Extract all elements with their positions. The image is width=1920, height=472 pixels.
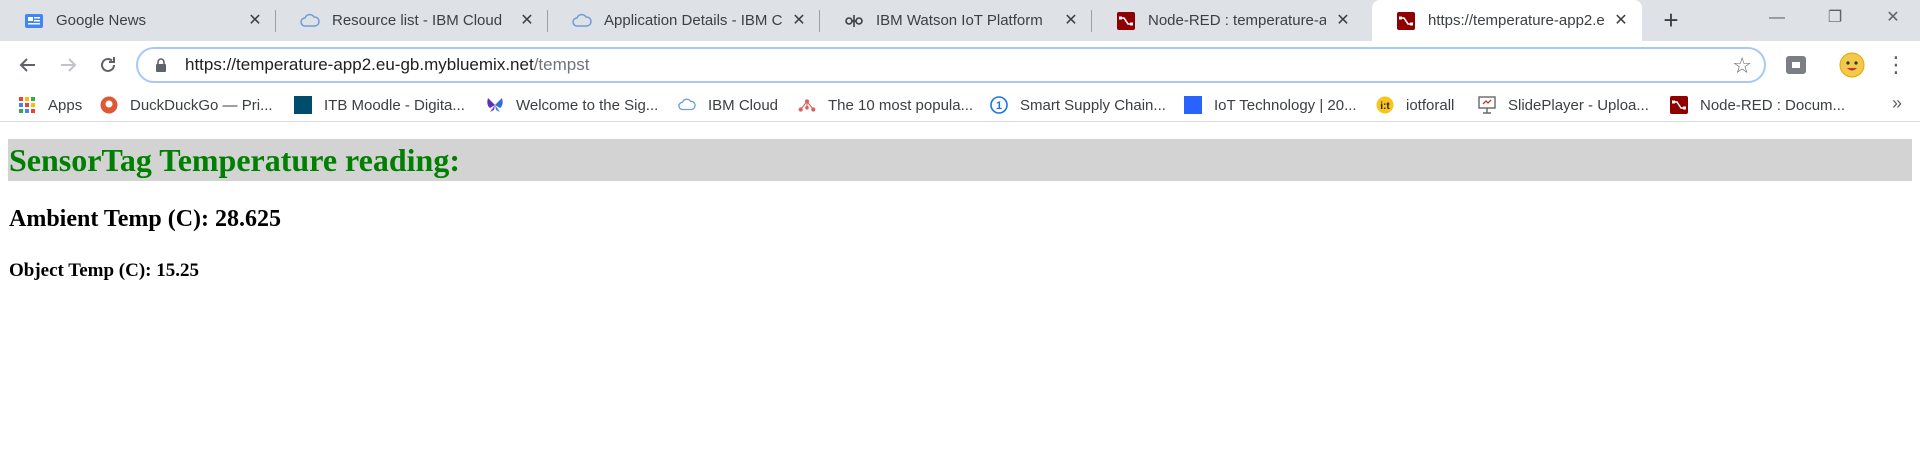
tab-title: Node-RED : temperature-app: [1148, 12, 1326, 29]
bookmarks-bar: Apps DuckDuckGo — Pri... ITB Moodle - Di…: [0, 88, 1920, 122]
menu-kebab-icon[interactable]: ⋮: [1882, 51, 1910, 79]
page-heading: SensorTag Temperature reading:: [8, 139, 1912, 181]
close-icon[interactable]: ✕: [1062, 12, 1080, 30]
bookmark-smart-supply-chain[interactable]: 1 Smart Supply Chain...: [990, 88, 1166, 122]
bookmark-label: DuckDuckGo — Pri...: [130, 96, 273, 114]
tab-title: Application Details - IBM Clo: [604, 12, 782, 29]
bookmark-apps[interactable]: Apps: [18, 88, 82, 122]
close-icon[interactable]: ✕: [246, 12, 264, 30]
url-host: https://temperature-app2.eu-gb.mybluemix…: [185, 55, 534, 74]
blue-square-icon: [1184, 96, 1202, 114]
close-icon[interactable]: ✕: [1612, 12, 1630, 30]
bookmark-label: IoT Technology | 20...: [1214, 96, 1357, 114]
slideplayer-icon: [1478, 96, 1496, 114]
tab-watson-iot[interactable]: IBM Watson IoT Platform ✕: [820, 0, 1092, 41]
close-icon[interactable]: ✕: [1334, 12, 1352, 30]
object-temp-reading: Object Temp (C): 15.25: [9, 260, 199, 281]
node-red-icon: [1116, 11, 1136, 31]
tab-title: Google News: [56, 12, 147, 29]
forward-button[interactable]: [52, 49, 84, 81]
new-tab-button[interactable]: +: [1656, 5, 1686, 35]
close-window-icon[interactable]: ✕: [1864, 0, 1920, 36]
reload-button[interactable]: [92, 49, 124, 81]
node-red-icon: [1670, 96, 1688, 114]
tab-title: https://temperature-app2.eu: [1428, 12, 1604, 29]
tab-resource-list[interactable]: Resource list - IBM Cloud ✕: [276, 0, 548, 41]
bookmark-node-red-docs[interactable]: Node-RED : Docum...: [1670, 88, 1845, 122]
bookmark-label: Apps: [48, 96, 83, 114]
svg-text:i:t: i:t: [1380, 101, 1390, 112]
moodle-icon: [294, 96, 312, 114]
number-one-icon: 1: [990, 96, 1008, 114]
bookmark-itb-moodle[interactable]: ITB Moodle - Digita...: [294, 88, 465, 122]
bookmark-star-icon[interactable]: ☆: [1732, 53, 1752, 79]
ibm-cloud-icon: [678, 96, 696, 114]
svg-text:1: 1: [996, 100, 1002, 112]
url-path: /tempst: [533, 55, 590, 74]
ibm-cloud-icon: [572, 11, 592, 31]
bookmark-welcome-sig[interactable]: Welcome to the Sig...: [486, 88, 658, 122]
bookmark-label: ITB Moodle - Digita...: [324, 96, 465, 114]
close-icon[interactable]: ✕: [518, 12, 536, 30]
tab-google-news[interactable]: Google News ✕: [0, 0, 276, 41]
bookmark-iotforall[interactable]: i:t iotforall: [1376, 88, 1454, 122]
tab-node-red[interactable]: Node-RED : temperature-app ✕: [1092, 0, 1364, 41]
bookmark-iot-technology[interactable]: IoT Technology | 20...: [1184, 88, 1357, 122]
tab-title: IBM Watson IoT Platform: [876, 12, 1043, 29]
butterfly-icon: [486, 96, 504, 114]
bookmark-label: Welcome to the Sig...: [516, 96, 659, 114]
google-news-icon: [24, 11, 44, 31]
bookmark-10-most-popular[interactable]: The 10 most popula...: [798, 88, 973, 122]
tab-temperature-app-active[interactable]: https://temperature-app2.eu ✕: [1372, 0, 1642, 41]
iotforall-icon: i:t: [1376, 96, 1394, 114]
network-icon: [798, 96, 816, 114]
apps-grid-icon: [18, 96, 36, 114]
bookmark-label: iotforall: [1406, 96, 1455, 114]
bookmark-slideplayer[interactable]: SlidePlayer - Uploa...: [1478, 88, 1649, 122]
tab-title: Resource list - IBM Cloud: [332, 12, 503, 29]
tab-application-details[interactable]: Application Details - IBM Clo ✕: [548, 0, 820, 41]
watson-iot-icon: [844, 11, 864, 31]
bookmark-ibm-cloud[interactable]: IBM Cloud: [678, 88, 778, 122]
address-bar[interactable]: https://temperature-app2.eu-gb.mybluemix…: [136, 47, 1766, 83]
minimize-icon[interactable]: —: [1748, 0, 1806, 36]
bookmark-duckduckgo[interactable]: DuckDuckGo — Pri...: [100, 88, 273, 122]
bookmark-label: Node-RED : Docum...: [1700, 96, 1846, 114]
bookmark-label: Smart Supply Chain...: [1020, 96, 1166, 114]
back-button[interactable]: [12, 49, 44, 81]
restore-icon[interactable]: ❐: [1806, 0, 1864, 36]
extension-icon[interactable]: [1782, 51, 1810, 79]
ambient-temp-reading: Ambient Temp (C): 28.625: [9, 206, 282, 232]
bookmark-label: The 10 most popula...: [828, 96, 974, 114]
tab-strip: Google News ✕ Resource list - IBM Cloud …: [0, 0, 1920, 41]
browser-toolbar: https://temperature-app2.eu-gb.mybluemix…: [0, 41, 1920, 88]
node-red-icon: [1396, 11, 1416, 31]
page-content: SensorTag Temperature reading: Ambient T…: [0, 123, 1920, 472]
lock-icon[interactable]: [154, 57, 168, 73]
url-text: https://temperature-app2.eu-gb.mybluemix…: [185, 55, 589, 75]
bookmark-label: SlidePlayer - Uploa...: [1508, 96, 1649, 114]
close-icon[interactable]: ✕: [790, 12, 808, 30]
more-bookmarks-button[interactable]: »: [1892, 93, 1902, 114]
profile-avatar[interactable]: [1838, 51, 1866, 79]
duckduckgo-icon: [100, 96, 118, 114]
bookmark-label: IBM Cloud: [708, 96, 779, 114]
ibm-cloud-icon: [300, 11, 320, 31]
